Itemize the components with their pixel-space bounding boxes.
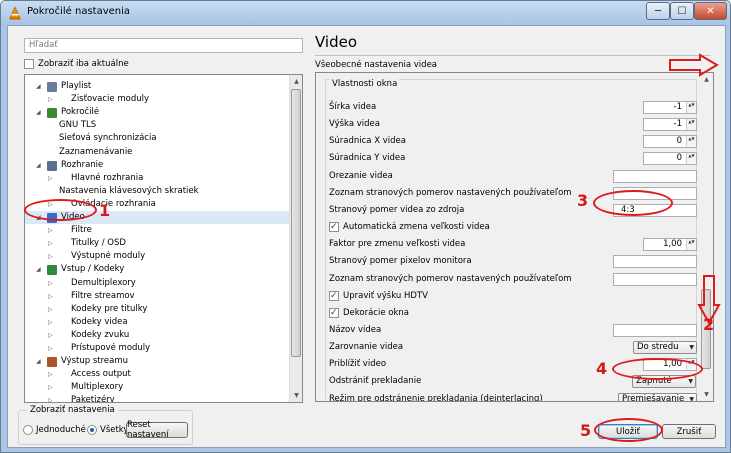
annotation-ellipse-save: [594, 418, 663, 442]
annotation-ellipse-deinterlace: [612, 358, 703, 380]
annotation-5: 5: [580, 421, 592, 440]
arrow-right-icon: [669, 53, 719, 77]
annotation-3: 3: [577, 191, 589, 210]
annotation-ellipse-aspect: [593, 190, 673, 216]
annotation-1: 1: [99, 201, 111, 220]
annotation-2: 2: [703, 315, 715, 334]
annotation-ellipse-video: [24, 199, 97, 221]
annotation-overlay: [669, 53, 721, 326]
annotation-4: 4: [596, 359, 608, 378]
